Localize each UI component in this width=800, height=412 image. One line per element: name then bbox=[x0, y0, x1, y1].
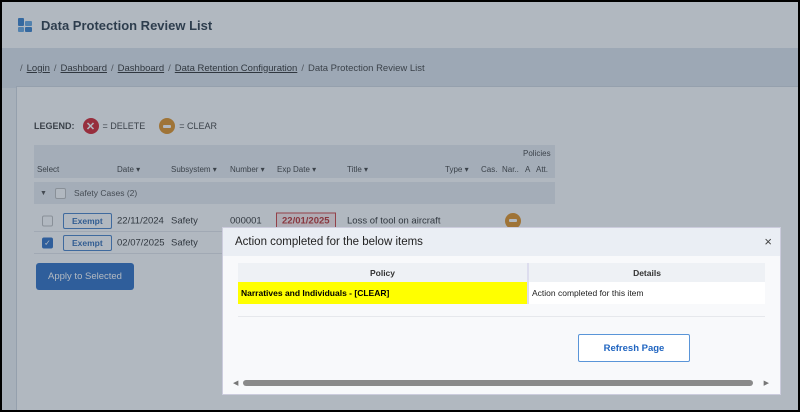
scroll-right-icon[interactable]: ▶ bbox=[764, 379, 769, 387]
col-details: Details bbox=[633, 267, 661, 278]
result-row: Narratives and Individuals - [CLEAR] Acti… bbox=[238, 282, 765, 304]
horizontal-scrollbar[interactable]: ◀ ▶ bbox=[231, 379, 771, 387]
scrollbar-thumb[interactable] bbox=[243, 380, 753, 386]
dialog-title: Action completed for the below items bbox=[235, 236, 423, 248]
dialog-header: Action completed for the below items × bbox=[223, 228, 780, 256]
action-completed-dialog: Action completed for the below items × P… bbox=[222, 227, 781, 395]
policy-cell: Narratives and Individuals - [CLEAR] bbox=[238, 282, 529, 304]
details-cell: Action completed for this item bbox=[532, 288, 644, 298]
close-icon[interactable]: × bbox=[764, 234, 772, 249]
result-table: Policy Details Narratives and Individuals… bbox=[238, 263, 765, 304]
scroll-left-icon[interactable]: ◀ bbox=[233, 379, 238, 387]
col-policy: Policy bbox=[238, 263, 529, 282]
app-window: Data Protection Review List / Login / Dash… bbox=[2, 2, 798, 410]
refresh-page-button[interactable]: Refresh Page bbox=[578, 334, 690, 362]
divider bbox=[238, 316, 765, 317]
